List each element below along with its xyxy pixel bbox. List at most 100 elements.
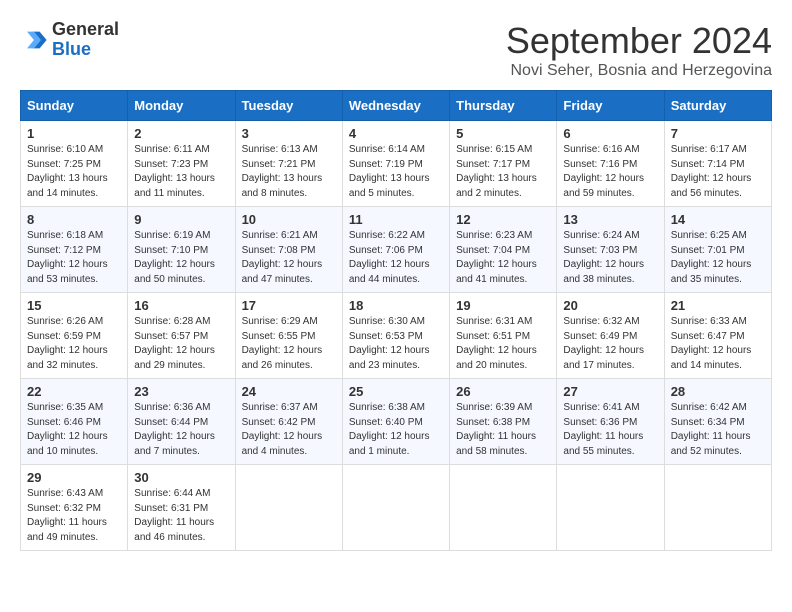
calendar-cell: 26 Sunrise: 6:39 AM Sunset: 6:38 PM Dayli…: [450, 379, 557, 465]
day-info: Sunrise: 6:22 AM Sunset: 7:06 PM Dayligh…: [349, 229, 443, 287]
day-info: Sunrise: 6:13 AM Sunset: 7:21 PM Dayligh…: [242, 143, 336, 201]
logo-blue: Blue: [52, 40, 119, 60]
day-number: 10: [242, 212, 336, 227]
day-number: 14: [671, 212, 765, 227]
calendar-cell: 9Sunrise: 6:19 AM Sunset: 7:10 PM Daylig…: [128, 207, 235, 293]
calendar-cell: 17 Sunrise: 6:29 AM Sunset: 6:55 PM Dayli…: [235, 293, 342, 379]
day-info: Sunrise: 6:24 AM Sunset: 7:03 PM Dayligh…: [563, 229, 657, 287]
calendar-table: SundayMondayTuesdayWednesdayThursdayFrid…: [20, 90, 772, 551]
calendar-cell: 6 Sunrise: 6:16 AM Sunset: 7:16 PM Daylig…: [557, 121, 664, 207]
calendar-cell: 27 Sunrise: 6:41 AM Sunset: 6:36 PM Dayli…: [557, 379, 664, 465]
day-number: 29: [27, 470, 121, 485]
calendar-cell: [235, 465, 342, 551]
calendar-cell: 23 Sunrise: 6:36 AM Sunset: 6:44 PM Dayli…: [128, 379, 235, 465]
day-number: 30: [134, 470, 228, 485]
calendar-cell: 11 Sunrise: 6:22 AM Sunset: 7:06 PM Dayli…: [342, 207, 449, 293]
logo-general: General: [52, 20, 119, 40]
day-number: 1: [27, 126, 121, 141]
day-number: 23: [134, 384, 228, 399]
day-number: 12: [456, 212, 550, 227]
day-info: Sunrise: 6:29 AM Sunset: 6:55 PM Dayligh…: [242, 315, 336, 373]
calendar-cell: 5Sunrise: 6:15 AM Sunset: 7:17 PM Daylig…: [450, 121, 557, 207]
day-info: Sunrise: 6:10 AM Sunset: 7:25 PM Dayligh…: [27, 143, 121, 201]
calendar-cell: 14 Sunrise: 6:25 AM Sunset: 7:01 PM Dayli…: [664, 207, 771, 293]
day-info: Sunrise: 6:19 AM Sunset: 7:10 PM Dayligh…: [134, 229, 228, 287]
calendar-cell: 7 Sunrise: 6:17 AM Sunset: 7:14 PM Daylig…: [664, 121, 771, 207]
day-number: 26: [456, 384, 550, 399]
calendar-header-wednesday: Wednesday: [342, 91, 449, 121]
day-number: 22: [27, 384, 121, 399]
calendar-cell: 21Sunrise: 6:33 AM Sunset: 6:47 PM Dayli…: [664, 293, 771, 379]
calendar-cell: 15 Sunrise: 6:26 AM Sunset: 6:59 PM Dayli…: [21, 293, 128, 379]
calendar-cell: 1 Sunrise: 6:10 AM Sunset: 7:25 PM Daylig…: [21, 121, 128, 207]
calendar-cell: 20Sunrise: 6:32 AM Sunset: 6:49 PM Dayli…: [557, 293, 664, 379]
day-info: Sunrise: 6:36 AM Sunset: 6:44 PM Dayligh…: [134, 401, 228, 459]
day-number: 25: [349, 384, 443, 399]
day-info: Sunrise: 6:33 AM Sunset: 6:47 PM Dayligh…: [671, 315, 765, 373]
calendar-cell: 10 Sunrise: 6:21 AM Sunset: 7:08 PM Dayli…: [235, 207, 342, 293]
calendar-cell: 3 Sunrise: 6:13 AM Sunset: 7:21 PM Daylig…: [235, 121, 342, 207]
calendar-week-5: 29Sunrise: 6:43 AM Sunset: 6:32 PM Dayli…: [21, 465, 772, 551]
calendar-cell: 24 Sunrise: 6:37 AM Sunset: 6:42 PM Dayli…: [235, 379, 342, 465]
calendar-cell: 18 Sunrise: 6:30 AM Sunset: 6:53 PM Dayli…: [342, 293, 449, 379]
calendar-header-sunday: Sunday: [21, 91, 128, 121]
day-info: Sunrise: 6:42 AM Sunset: 6:34 PM Dayligh…: [671, 401, 765, 459]
day-number: 15: [27, 298, 121, 313]
calendar-header-tuesday: Tuesday: [235, 91, 342, 121]
calendar-cell: 28 Sunrise: 6:42 AM Sunset: 6:34 PM Dayli…: [664, 379, 771, 465]
day-number: 16: [134, 298, 228, 313]
day-number: 18: [349, 298, 443, 313]
day-info: Sunrise: 6:23 AM Sunset: 7:04 PM Dayligh…: [456, 229, 550, 287]
day-number: 24: [242, 384, 336, 399]
calendar-week-1: 1 Sunrise: 6:10 AM Sunset: 7:25 PM Daylig…: [21, 121, 772, 207]
day-info: Sunrise: 6:18 AM Sunset: 7:12 PM Dayligh…: [27, 229, 121, 287]
day-info: Sunrise: 6:41 AM Sunset: 6:36 PM Dayligh…: [563, 401, 657, 459]
day-number: 7: [671, 126, 765, 141]
day-info: Sunrise: 6:39 AM Sunset: 6:38 PM Dayligh…: [456, 401, 550, 459]
day-number: 6: [563, 126, 657, 141]
day-number: 28: [671, 384, 765, 399]
day-info: Sunrise: 6:28 AM Sunset: 6:57 PM Dayligh…: [134, 315, 228, 373]
calendar-cell: 16 Sunrise: 6:28 AM Sunset: 6:57 PM Dayli…: [128, 293, 235, 379]
calendar-cell: [450, 465, 557, 551]
day-info: Sunrise: 6:31 AM Sunset: 6:51 PM Dayligh…: [456, 315, 550, 373]
day-number: 27: [563, 384, 657, 399]
calendar-cell: [664, 465, 771, 551]
day-number: 11: [349, 212, 443, 227]
day-info: Sunrise: 6:35 AM Sunset: 6:46 PM Dayligh…: [27, 401, 121, 459]
day-number: 19: [456, 298, 550, 313]
calendar-cell: [557, 465, 664, 551]
calendar-cell: 19 Sunrise: 6:31 AM Sunset: 6:51 PM Dayli…: [450, 293, 557, 379]
day-info: Sunrise: 6:14 AM Sunset: 7:19 PM Dayligh…: [349, 143, 443, 201]
day-info: Sunrise: 6:16 AM Sunset: 7:16 PM Dayligh…: [563, 143, 657, 201]
logo-icon: [20, 26, 48, 54]
calendar-cell: 30 Sunrise: 6:44 AM Sunset: 6:31 PM Dayli…: [128, 465, 235, 551]
calendar-header-monday: Monday: [128, 91, 235, 121]
calendar-week-4: 22 Sunrise: 6:35 AM Sunset: 6:46 PM Dayli…: [21, 379, 772, 465]
page-header: General Blue September 2024 Novi Seher, …: [20, 20, 772, 80]
calendar-cell: 13Sunrise: 6:24 AM Sunset: 7:03 PM Dayli…: [557, 207, 664, 293]
calendar-body: 1 Sunrise: 6:10 AM Sunset: 7:25 PM Daylig…: [21, 121, 772, 551]
day-info: Sunrise: 6:17 AM Sunset: 7:14 PM Dayligh…: [671, 143, 765, 201]
calendar-cell: 22 Sunrise: 6:35 AM Sunset: 6:46 PM Dayli…: [21, 379, 128, 465]
day-info: Sunrise: 6:25 AM Sunset: 7:01 PM Dayligh…: [671, 229, 765, 287]
day-info: Sunrise: 6:37 AM Sunset: 6:42 PM Dayligh…: [242, 401, 336, 459]
day-number: 3: [242, 126, 336, 141]
day-info: Sunrise: 6:21 AM Sunset: 7:08 PM Dayligh…: [242, 229, 336, 287]
day-number: 4: [349, 126, 443, 141]
day-info: Sunrise: 6:44 AM Sunset: 6:31 PM Dayligh…: [134, 487, 228, 545]
day-number: 17: [242, 298, 336, 313]
calendar-header-saturday: Saturday: [664, 91, 771, 121]
day-number: 2: [134, 126, 228, 141]
day-info: Sunrise: 6:30 AM Sunset: 6:53 PM Dayligh…: [349, 315, 443, 373]
title-block: September 2024 Novi Seher, Bosnia and He…: [506, 20, 772, 80]
day-number: 8: [27, 212, 121, 227]
calendar-header-thursday: Thursday: [450, 91, 557, 121]
day-info: Sunrise: 6:11 AM Sunset: 7:23 PM Dayligh…: [134, 143, 228, 201]
month-title: September 2024: [506, 20, 772, 62]
calendar-cell: 29Sunrise: 6:43 AM Sunset: 6:32 PM Dayli…: [21, 465, 128, 551]
logo-text: General Blue: [52, 20, 119, 60]
day-number: 20: [563, 298, 657, 313]
calendar-cell: 12 Sunrise: 6:23 AM Sunset: 7:04 PM Dayli…: [450, 207, 557, 293]
day-info: Sunrise: 6:26 AM Sunset: 6:59 PM Dayligh…: [27, 315, 121, 373]
